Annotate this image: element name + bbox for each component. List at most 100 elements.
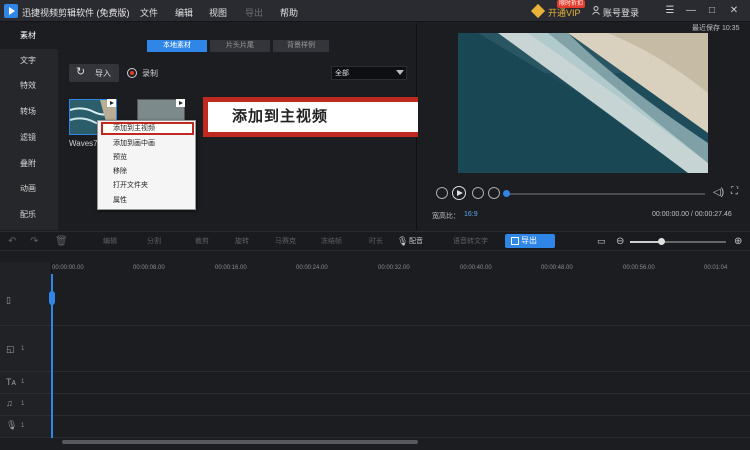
timeline-scrollbar[interactable]: [62, 440, 418, 444]
rotate-tool[interactable]: 旋转: [235, 236, 249, 246]
track-number: 1: [21, 346, 25, 352]
context-menu-preview[interactable]: 预览: [101, 151, 194, 164]
sidebar-item-text[interactable]: 文字: [0, 48, 58, 74]
freeze-frame-tool[interactable]: 冻结帧: [321, 236, 342, 246]
context-menu-properties[interactable]: 属性: [101, 194, 194, 207]
zoom-slider-handle[interactable]: [658, 238, 665, 245]
sidebar-item-filters[interactable]: 滤镜: [0, 125, 58, 151]
tick-label: 00:00:56.00: [623, 265, 655, 271]
split-tool[interactable]: 分割: [147, 236, 161, 246]
user-icon: [592, 6, 600, 15]
record-icon[interactable]: [127, 68, 137, 78]
app-title: 迅捷视频剪辑软件 (免费版): [22, 8, 130, 18]
sidebar-item-effects[interactable]: 特效: [0, 73, 58, 99]
sidebar-item-music[interactable]: 配乐: [0, 202, 58, 228]
menu-icon[interactable]: ☰: [664, 5, 676, 17]
menu-edit[interactable]: 编辑: [175, 6, 193, 19]
app-logo-icon: [4, 4, 18, 18]
edit-tool[interactable]: 编辑: [103, 236, 117, 246]
fit-timeline-icon[interactable]: ▭: [597, 236, 606, 247]
text-track-icon: Tᴀ: [6, 377, 16, 387]
beach-aerial-image: [458, 33, 708, 173]
zoom-out-icon[interactable]: ⊖: [616, 236, 624, 247]
voice-track[interactable]: [0, 416, 750, 438]
stop-button[interactable]: [488, 187, 500, 199]
duration-tool[interactable]: 时长: [369, 236, 383, 246]
video-track-icon: ▯: [6, 295, 11, 305]
maximize-icon[interactable]: □: [706, 5, 718, 17]
play-button[interactable]: [452, 186, 466, 200]
aspect-ratio-value[interactable]: 16:9: [464, 211, 478, 218]
zoom-in-icon[interactable]: ⊕: [734, 236, 742, 247]
redo-icon[interactable]: ↷: [30, 236, 38, 247]
close-icon[interactable]: ✕: [728, 5, 740, 17]
add-video-icon[interactable]: [176, 99, 185, 107]
sidebar-item-animation[interactable]: 动画: [0, 176, 58, 202]
record-button[interactable]: 录制: [142, 68, 158, 79]
microphone-track-icon: 🎙: [6, 420, 18, 430]
import-icon: ↻: [76, 66, 86, 78]
playhead-handle[interactable]: [49, 291, 55, 305]
tab-local-media[interactable]: 本地素材: [147, 40, 207, 52]
video-preview: [458, 33, 708, 173]
sidebar-item-overlays[interactable]: 叠附: [0, 151, 58, 177]
add-video-icon[interactable]: [107, 99, 116, 107]
annotation-callout-text: 添加到主视频: [208, 102, 436, 132]
prev-frame-button[interactable]: [436, 187, 448, 199]
dubbing-tool[interactable]: 配音: [409, 236, 423, 246]
fullscreen-icon[interactable]: ⛶: [731, 186, 738, 197]
menu-view[interactable]: 视图: [209, 6, 227, 19]
annotation-callout: 添加到主视频: [203, 97, 441, 137]
track-number: 1: [21, 379, 25, 385]
vip-discount-badge: 限时折扣: [557, 0, 586, 8]
delete-icon[interactable]: 🗑: [55, 236, 68, 247]
menu-help[interactable]: 帮助: [280, 6, 298, 19]
tick-label: 00:00:16.00: [215, 265, 247, 271]
music-track[interactable]: [0, 394, 750, 416]
volume-icon[interactable]: ◁): [713, 187, 724, 198]
tab-background-samples[interactable]: 背景样例: [273, 40, 329, 52]
speech-to-text-tool[interactable]: 语音转文字: [453, 236, 488, 246]
minimize-icon[interactable]: —: [685, 5, 697, 17]
track-number: 1: [21, 401, 25, 407]
export-icon: [511, 237, 519, 245]
context-menu-add-to-pip[interactable]: 添加到画中画: [101, 137, 194, 150]
sidebar-item-media[interactable]: 素材: [0, 23, 58, 49]
time-readout: 00:00:00.00 / 00:00:27.46: [652, 211, 732, 218]
tick-label: 00:01:04: [704, 265, 728, 271]
zoom-slider-fill: [630, 241, 660, 243]
video-track[interactable]: [0, 274, 750, 326]
undo-icon[interactable]: ↶: [8, 236, 16, 247]
next-frame-button[interactable]: [472, 187, 484, 199]
sidebar-item-transitions[interactable]: 转场: [0, 99, 58, 125]
menu-file[interactable]: 文件: [140, 6, 158, 19]
media-filter-value: 全部: [335, 70, 349, 77]
context-menu-add-to-main-video[interactable]: 添加到主视频: [101, 122, 194, 135]
chevron-down-icon: [396, 70, 404, 75]
tick-label: 00:00:32.00: [378, 265, 410, 271]
tick-label: 00:00:00.00: [52, 265, 84, 271]
seek-bar[interactable]: [505, 193, 705, 195]
tick-label: 00:00:24.00: [296, 265, 328, 271]
context-menu: 添加到主视频 添加到画中画 预览 移除 打开文件夹 属性: [97, 120, 196, 210]
pip-track-icon: ◱: [6, 344, 15, 354]
aspect-ratio-label: 宽高比：: [432, 213, 460, 220]
tab-intro-outro[interactable]: 片头片尾: [210, 40, 270, 52]
seek-handle[interactable]: [503, 190, 510, 197]
last-save-time: 最近保存 10:35: [692, 25, 740, 32]
music-note-icon: ♫: [6, 398, 13, 408]
mosaic-tool[interactable]: 马赛克: [275, 236, 296, 246]
pip-track[interactable]: [0, 326, 750, 372]
tick-label: 00:00:48.00: [541, 265, 573, 271]
menu-export[interactable]: 导出: [245, 6, 263, 19]
context-menu-open-folder[interactable]: 打开文件夹: [101, 179, 194, 192]
text-track[interactable]: [0, 372, 750, 394]
login-button[interactable]: 账号登录: [603, 6, 639, 19]
context-menu-remove[interactable]: 移除: [101, 165, 194, 178]
sidebar: 素材 文字 特效 转场 滤镜 叠附 动画 配乐: [0, 23, 58, 230]
media-thumbnail-name: Waves7: [69, 139, 98, 148]
tick-label: 00:00:08.00: [133, 265, 165, 271]
import-label: 导入: [95, 69, 111, 78]
crop-tool[interactable]: 裁剪: [195, 236, 209, 246]
track-number: 1: [21, 423, 25, 429]
